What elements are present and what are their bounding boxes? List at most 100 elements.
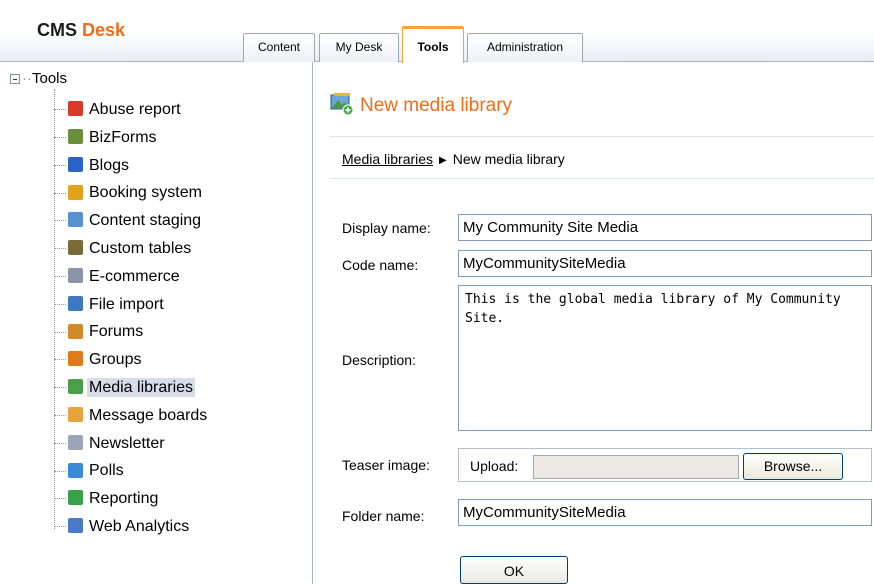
tree-item[interactable]: Newsletter [54, 430, 167, 457]
title-divider [330, 136, 874, 137]
folder-name-label: Folder name: [342, 508, 425, 524]
tree-root-tools[interactable]: ··Tools [10, 70, 67, 88]
logo-cms-text: CMS [37, 20, 77, 40]
tree-connector [54, 442, 66, 444]
cms-desk-logo: CMS Desk [37, 20, 125, 41]
ecommerce-icon [68, 268, 83, 284]
reporting-icon [68, 490, 83, 506]
tree-item-label: Media libraries [87, 378, 196, 397]
tree-item-label: Forums [89, 323, 144, 341]
tree-item[interactable]: BizForms [54, 124, 159, 151]
code-name-field[interactable]: MyCommunitySiteMedia [458, 250, 872, 277]
tree-item[interactable]: Content staging [54, 207, 203, 234]
file-import-icon [68, 295, 83, 311]
tree-connector [54, 498, 66, 500]
upload-file-field[interactable] [533, 455, 739, 479]
page-title-text: New media library [360, 95, 513, 116]
logo-desk-text: Desk [82, 20, 126, 40]
message-boards-icon [68, 407, 83, 423]
display-name-field[interactable]: My Community Site Media [458, 214, 872, 241]
tree-item-label: Booking system [89, 184, 202, 202]
teaser-image-label: Teaser image: [342, 457, 430, 473]
tree-connector [54, 220, 66, 222]
tree-item[interactable]: Polls [54, 457, 126, 484]
tree-connector [54, 109, 66, 111]
bizforms-icon [68, 129, 83, 145]
breadcrumb-arrow-icon: ▶ [439, 155, 447, 166]
code-name-label: Code name: [342, 257, 419, 273]
tree-connector [54, 526, 66, 528]
tree-item-label: Custom tables [89, 240, 192, 257]
tree-item[interactable]: Groups [54, 346, 143, 373]
tree-connector [54, 415, 66, 417]
breadcrumb-media-libraries-link[interactable]: Media libraries [342, 151, 433, 167]
groups-icon [68, 351, 83, 367]
abuse-report-icon [68, 101, 83, 117]
forums-icon [68, 323, 83, 339]
polls-icon [68, 462, 83, 478]
tree-item-label: Reporting [89, 490, 159, 508]
tab-my-desk[interactable]: My Desk [319, 33, 399, 62]
breadcrumb: Media libraries ▶ New media library [342, 149, 565, 169]
tree-connector [54, 331, 66, 333]
tree-item-label: Polls [89, 462, 124, 480]
tree-connector [54, 359, 66, 361]
tree-item[interactable]: Web Analytics [54, 513, 191, 540]
description-textarea[interactable]: This is the global media library of My C… [458, 285, 872, 431]
tree-item-label: File import [89, 295, 164, 313]
tree-item[interactable]: Booking system [54, 179, 204, 206]
tree-item[interactable]: File import [54, 291, 166, 318]
blogs-icon [68, 156, 83, 172]
tab-administration[interactable]: Administration [467, 33, 583, 62]
tree-connector [54, 248, 66, 250]
tree-connector [54, 137, 66, 139]
tree-item[interactable]: Reporting [54, 485, 160, 512]
tree-connector [54, 164, 66, 166]
tree-item-label: Blogs [89, 156, 130, 174]
tree-item-label: Abuse report [89, 101, 181, 118]
tree-item[interactable]: Forums [54, 318, 145, 345]
tree-item[interactable]: E-commerce [54, 263, 182, 290]
tree-item-label: Groups [89, 351, 142, 369]
breadcrumb-divider [330, 178, 874, 179]
tab-content[interactable]: Content [243, 33, 315, 62]
tree-item-label: Newsletter [89, 434, 165, 452]
tree-connector [54, 303, 66, 305]
media-libraries-icon [68, 379, 83, 395]
custom-tables-icon [68, 240, 83, 256]
tree-connector [54, 192, 66, 194]
tab-tools[interactable]: Tools [402, 26, 464, 63]
tree-item[interactable]: Blogs [54, 152, 131, 179]
ok-button[interactable]: OK [460, 556, 568, 584]
tree-root-label: Tools [32, 70, 68, 87]
content-staging-icon [68, 212, 83, 228]
tree-connector [54, 387, 66, 389]
description-label: Description: [342, 352, 416, 368]
app-header: CMS Desk Content My Desk Tools Administr… [0, 0, 874, 63]
tree-item[interactable]: Media libraries [54, 374, 196, 401]
tree-item-label: BizForms [89, 128, 157, 146]
tree-item-label: Web Analytics [89, 518, 190, 535]
tree-item-label: Message boards [89, 406, 208, 424]
new-media-library-icon [330, 92, 354, 116]
browse-button[interactable]: Browse... [743, 453, 843, 480]
tree-connector [54, 470, 66, 472]
upload-label: Upload: [470, 458, 519, 474]
teaser-upload-box: Upload: Browse... [458, 448, 872, 482]
tree-item[interactable]: Custom tables [54, 235, 193, 262]
web-analytics-icon [68, 518, 83, 534]
breadcrumb-current: New media library [452, 151, 565, 167]
page-title: New media library [330, 90, 512, 122]
newsletter-icon [68, 434, 83, 450]
booking-system-icon [68, 184, 83, 200]
display-name-label: Display name: [342, 220, 431, 236]
folder-name-field[interactable]: MyCommunitySiteMedia [458, 499, 872, 526]
tree-item[interactable]: Abuse report [54, 96, 183, 123]
tree-connector [54, 276, 66, 278]
collapse-icon[interactable] [10, 74, 20, 84]
tree-item-label: Content staging [89, 212, 202, 230]
tree-item[interactable]: Message boards [54, 402, 209, 429]
main-content: New media library Media libraries ▶ New me… [314, 62, 874, 584]
tree-item-label: E-commerce [89, 267, 180, 285]
tools-tree-panel: ··Tools Abuse report BizForms Blogs Booking… [0, 62, 313, 584]
